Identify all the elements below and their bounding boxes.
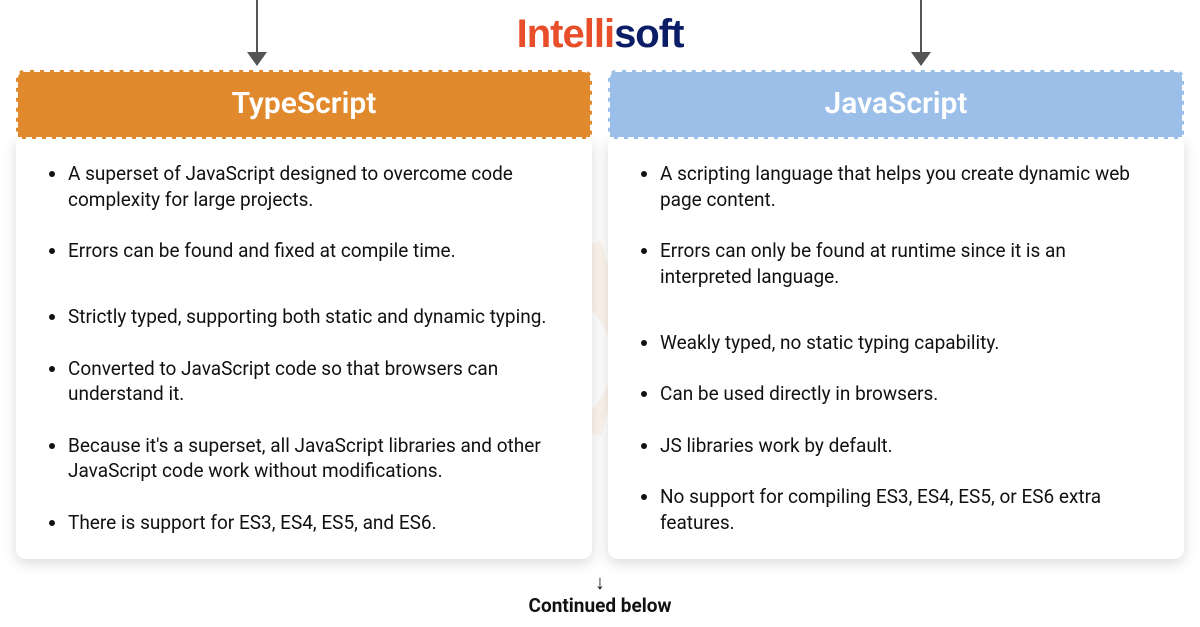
list-item: Weakly typed, no static typing capabilit… [660,330,1154,356]
list-item: JS libraries work by default. [660,433,1154,459]
brand-logo-part1: Intelli [517,12,614,56]
continued-label: Continued below [529,594,672,617]
typescript-header: TypeScript [16,70,592,139]
list-item: Errors can be found and fixed at compile… [68,238,562,264]
typescript-body: A superset of JavaScript designed to ove… [16,139,592,559]
list-item: Can be used directly in browsers. [660,381,1154,407]
list-item: No support for compiling ES3, ES4, ES5, … [660,484,1154,535]
list-item: Converted to JavaScript code so that bro… [68,356,562,407]
brand-logo: Intellisoft [0,12,1200,57]
javascript-header: JavaScript [608,70,1184,139]
javascript-column: JavaScript A scripting language that hel… [608,70,1184,559]
continued-indicator: ↓ Continued below [0,572,1200,617]
hanger-icon [920,0,922,62]
list-item: Errors can only be found at runtime sinc… [660,238,1154,289]
list-item: A scripting language that helps you crea… [660,161,1154,212]
list-item: Because it's a superset, all JavaScript … [68,433,562,484]
javascript-body: A scripting language that helps you crea… [608,139,1184,559]
comparison-columns: TypeScript A superset of JavaScript desi… [16,70,1184,559]
brand-logo-part2: soft [614,12,683,56]
typescript-column: TypeScript A superset of JavaScript desi… [16,70,592,559]
list-item: A superset of JavaScript designed to ove… [68,161,562,212]
down-arrow-icon: ↓ [0,572,1200,592]
list-item: Strictly typed, supporting both static a… [68,304,562,330]
list-item: There is support for ES3, ES4, ES5, and … [68,510,562,536]
hanger-icon [256,0,258,62]
